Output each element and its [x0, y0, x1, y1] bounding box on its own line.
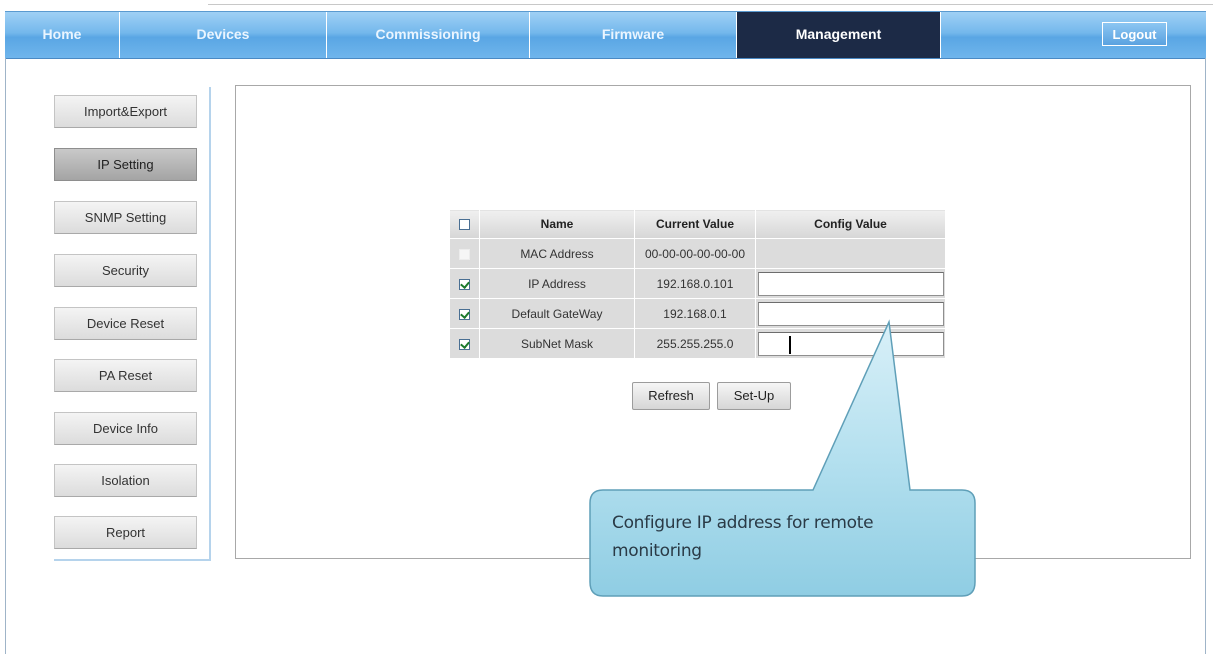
callout-text: Configure IP address for remote monitori…	[612, 513, 874, 561]
callout-bubble	[589, 319, 976, 597]
